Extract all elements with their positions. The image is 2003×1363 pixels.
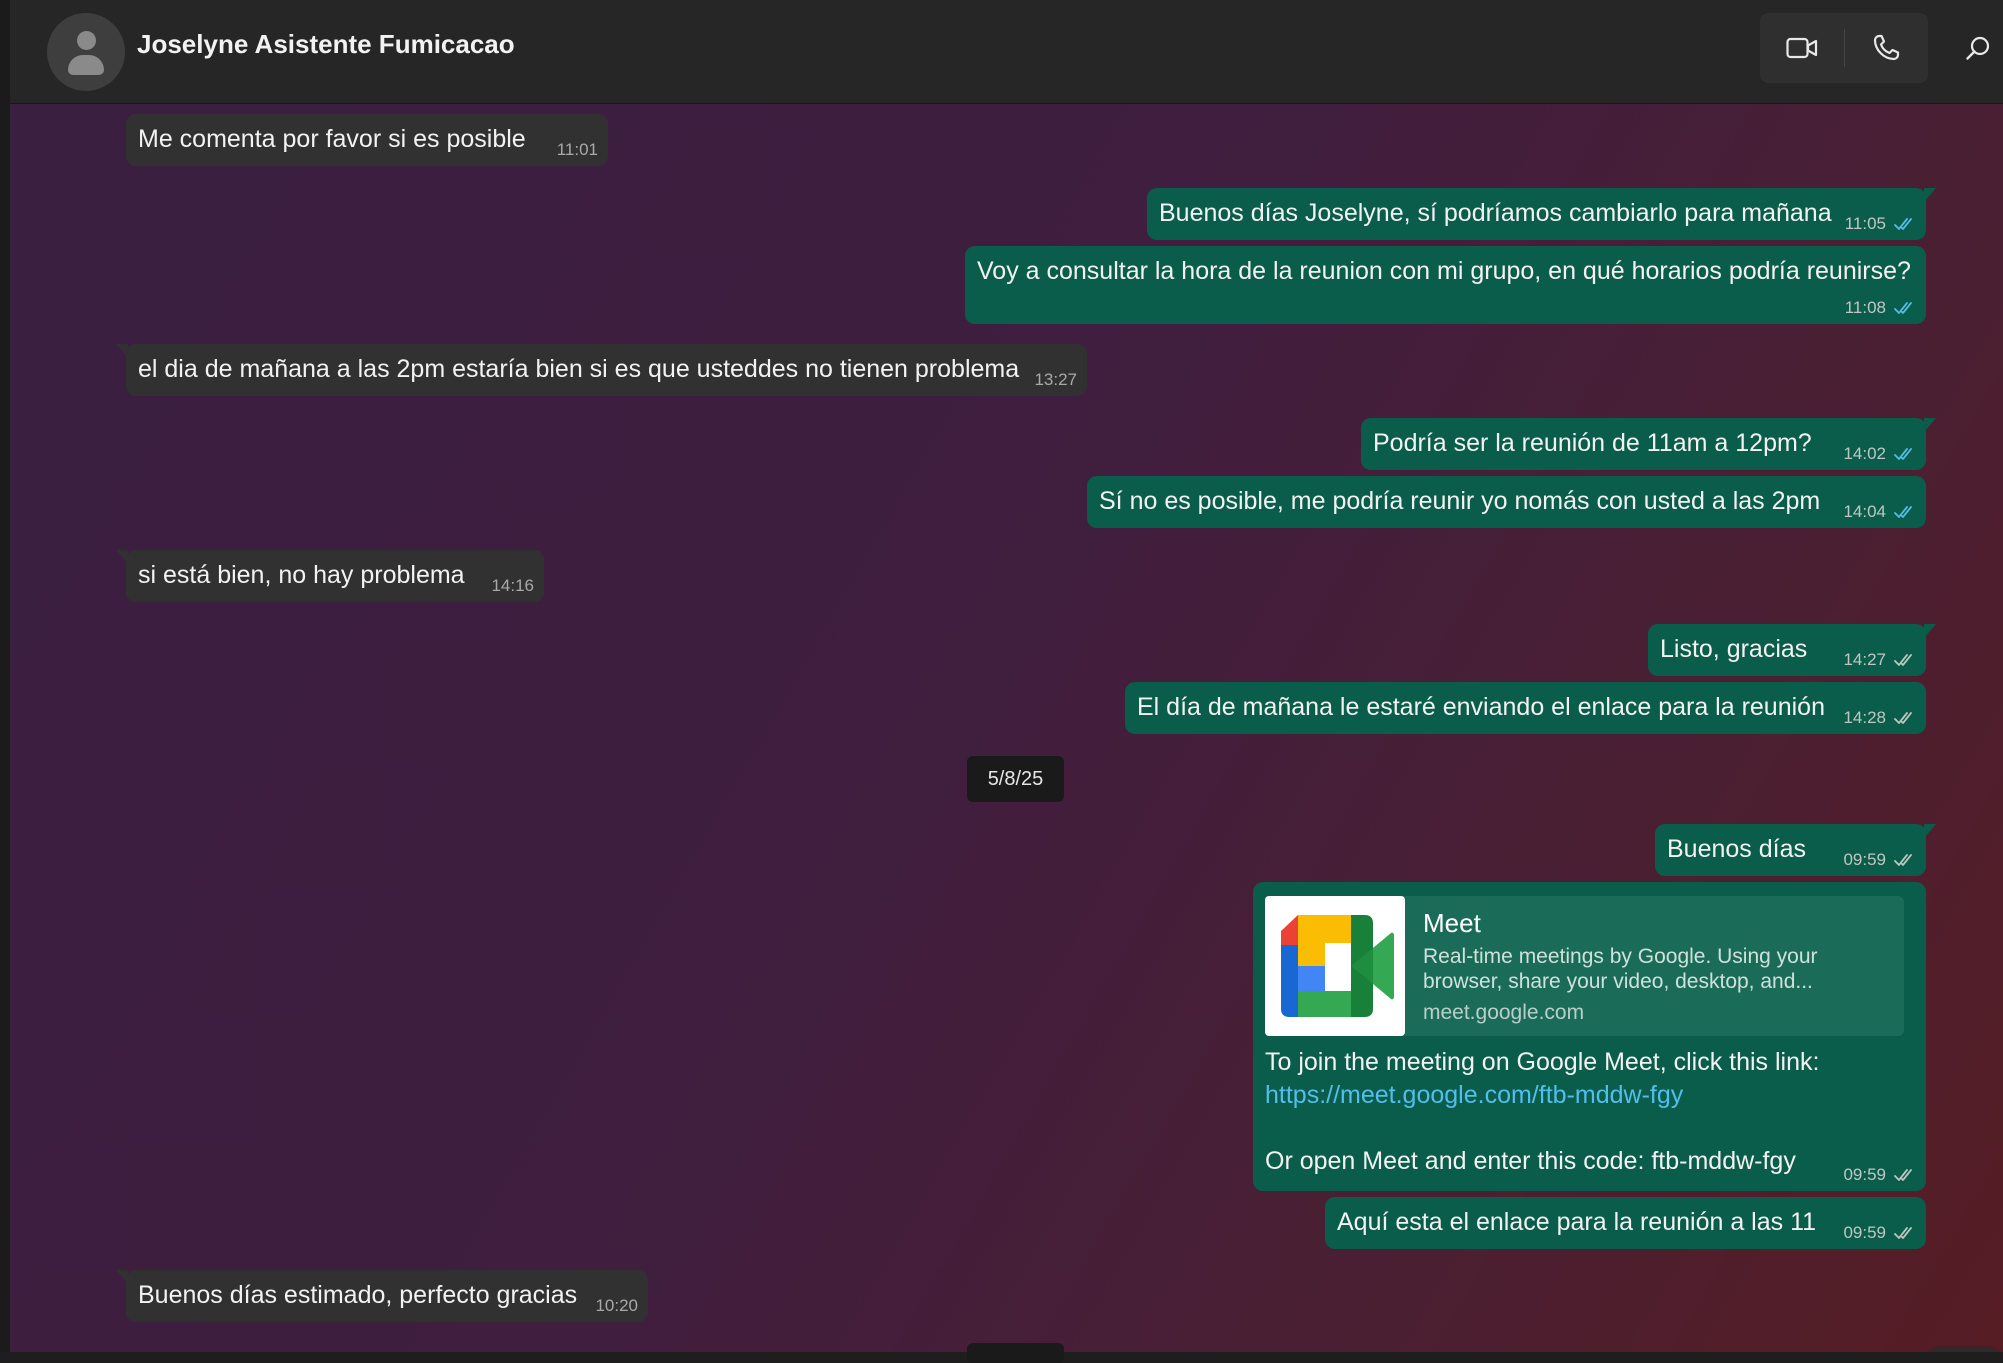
scroll-to-bottom-button[interactable] xyxy=(1929,1348,1999,1352)
message-text: Listo, gracias xyxy=(1660,635,1808,663)
message-meta: 09:59 xyxy=(1843,1165,1916,1185)
message-outgoing[interactable]: Buenos días 09:59 xyxy=(1655,824,1936,876)
video-call-icon xyxy=(1786,37,1818,59)
message-meta: 14:28 xyxy=(1843,708,1916,728)
message-text: To join the meeting on Google Meet, clic… xyxy=(1265,1046,1819,1178)
message-line: Or open Meet and enter this code: ftb-md… xyxy=(1265,1147,1796,1175)
google-meet-logo-icon xyxy=(1265,896,1405,1036)
message-time: 14:16 xyxy=(491,576,534,595)
message-outgoing-link[interactable]: Meet Real-time meetings by Google. Using… xyxy=(1253,882,1926,1191)
link-preview-description: Real-time meetings by Google. Using your… xyxy=(1423,945,1818,993)
message-text: Me comenta por favor si es posible xyxy=(138,125,526,153)
message-outgoing[interactable]: El día de mañana le estaré enviando el e… xyxy=(1125,682,1926,734)
message-text: Aquí esta el enlace para la reunión a la… xyxy=(1337,1208,1817,1236)
delivered-receipt-icon xyxy=(1894,1227,1912,1239)
message-time: 09:59 xyxy=(1843,1223,1886,1242)
message-meta: 11:05 xyxy=(1845,214,1916,234)
read-receipt-icon xyxy=(1894,218,1912,230)
chat-header: Joselyne Asistente Fumicacao xyxy=(10,0,2003,104)
search-icon xyxy=(1966,36,1990,60)
person-icon xyxy=(77,31,96,50)
link-preview-domain: meet.google.com xyxy=(1423,1001,1585,1024)
search-button[interactable] xyxy=(1950,20,2003,76)
delivered-receipt-icon xyxy=(1894,712,1912,724)
message-time: 11:08 xyxy=(1844,298,1886,317)
message-meta: 14:27 xyxy=(1843,650,1916,670)
message-text: Buenos días xyxy=(1667,835,1806,863)
message-incoming[interactable]: Buenos días estimado, perfecto gracias 1… xyxy=(116,1270,648,1322)
message-text: Podría ser la reunión de 11am a 12pm? xyxy=(1373,429,1812,457)
message-text: Sí no es posible, me podría reunir yo no… xyxy=(1099,487,1821,515)
message-time: 10:20 xyxy=(595,1296,638,1315)
message-meta: 09:59 xyxy=(1843,1223,1916,1243)
message-time: 14:02 xyxy=(1843,444,1886,463)
link-preview-card[interactable]: Meet Real-time meetings by Google. Using… xyxy=(1265,896,1904,1036)
message-meta: 09:59 xyxy=(1843,850,1916,870)
message-time: 11:05 xyxy=(1844,214,1886,233)
phone-icon xyxy=(1873,34,1900,61)
message-text: Buenos días estimado, perfecto gracias xyxy=(138,1281,578,1309)
message-meta: 11:08 xyxy=(1845,298,1916,318)
delivered-receipt-icon xyxy=(1894,654,1912,666)
read-receipt-icon xyxy=(1894,448,1912,460)
message-meta: 14:16 xyxy=(491,576,534,596)
message-time: 13:27 xyxy=(1034,370,1077,389)
meeting-link[interactable]: https://meet.google.com/ftb-mddw-fgy xyxy=(1265,1079,1819,1112)
message-time: 11:01 xyxy=(556,140,598,159)
message-text: Voy a consultar la hora de la reunion co… xyxy=(977,257,1911,285)
message-time: 09:59 xyxy=(1843,850,1886,869)
contact-avatar[interactable] xyxy=(47,13,125,91)
link-preview-title: Meet xyxy=(1423,908,1481,938)
message-time: 14:04 xyxy=(1843,502,1886,521)
delivered-receipt-icon xyxy=(1894,854,1912,866)
date-separator: 5/8/25 xyxy=(967,756,1064,802)
message-incoming[interactable]: Me comenta por favor si es posible 11:01 xyxy=(126,114,608,166)
delivered-receipt-icon xyxy=(1894,1169,1912,1181)
message-time: 14:27 xyxy=(1843,650,1886,669)
read-receipt-icon xyxy=(1894,506,1912,518)
message-outgoing[interactable]: Aquí esta el enlace para la reunión a la… xyxy=(1325,1197,1926,1249)
chat-area[interactable]: Me comenta por favor si es posible 11:01… xyxy=(10,104,2003,1352)
message-outgoing[interactable]: Podría ser la reunión de 11am a 12pm? 14… xyxy=(1361,418,1936,470)
message-time: 09:59 xyxy=(1843,1165,1886,1184)
message-line: To join the meeting on Google Meet, clic… xyxy=(1265,1048,1820,1076)
message-incoming[interactable]: si está bien, no hay problema 14:16 xyxy=(116,550,544,602)
date-separator-partial xyxy=(967,1343,1064,1363)
message-text: si está bien, no hay problema xyxy=(138,561,465,589)
video-call-button[interactable] xyxy=(1760,13,1844,83)
message-text: El día de mañana le estaré enviando el e… xyxy=(1137,693,1825,721)
message-meta: 13:27 xyxy=(1034,370,1077,390)
voice-call-button[interactable] xyxy=(1844,13,1928,83)
message-outgoing[interactable]: Listo, gracias 14:27 xyxy=(1648,624,1936,676)
message-outgoing[interactable]: Buenos días Joselyne, sí podríamos cambi… xyxy=(1147,188,1936,240)
message-meta: 14:04 xyxy=(1843,502,1916,522)
message-outgoing[interactable]: Sí no es posible, me podría reunir yo no… xyxy=(1087,476,1926,528)
message-incoming[interactable]: el dia de mañana a las 2pm estaría bien … xyxy=(116,344,1087,396)
contact-name[interactable]: Joselyne Asistente Fumicacao xyxy=(137,26,515,62)
message-time: 14:28 xyxy=(1843,708,1886,727)
call-button-group xyxy=(1760,13,1928,83)
message-outgoing[interactable]: Voy a consultar la hora de la reunion co… xyxy=(965,246,1926,324)
message-text: el dia de mañana a las 2pm estaría bien … xyxy=(138,355,1020,383)
read-receipt-icon xyxy=(1894,302,1912,314)
message-meta: 10:20 xyxy=(595,1296,638,1316)
message-meta: 14:02 xyxy=(1843,444,1916,464)
message-text: Buenos días Joselyne, sí podríamos cambi… xyxy=(1159,199,1832,227)
message-meta: 11:01 xyxy=(557,140,598,160)
